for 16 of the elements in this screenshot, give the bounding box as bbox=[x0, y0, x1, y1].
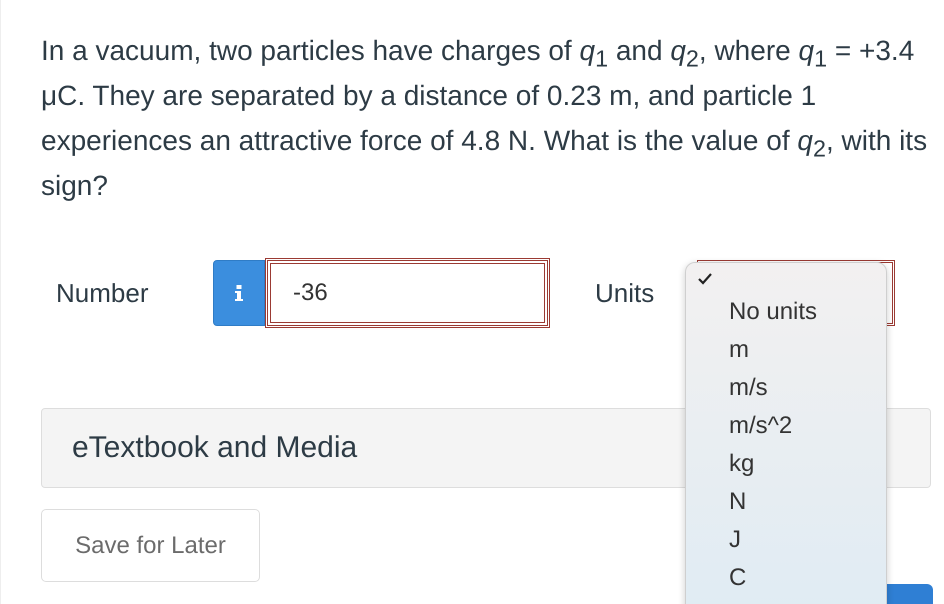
unit-option[interactable]: No units bbox=[729, 298, 818, 326]
unit-option[interactable]: kg bbox=[729, 450, 754, 478]
unit-option[interactable]: C bbox=[729, 564, 746, 592]
question-text: In a vacuum, two particles have charges of q$_{1}$ and q$_{2}$, where q$_{1}$ = +3.4 μC. They are separated by a distance of 0.23 m, and particle 1 experiences an attractive force of 4.8 N. What is the value of q$_{2}$, with its sign? bbox=[41, 34, 928, 203]
unit-option[interactable]: N bbox=[729, 488, 746, 516]
unit-option[interactable]: m bbox=[729, 336, 749, 364]
number-label: Number bbox=[56, 278, 150, 308]
info-button[interactable] bbox=[213, 260, 265, 326]
save-button[interactable]: Save for Later bbox=[41, 509, 260, 582]
info-icon bbox=[234, 285, 244, 301]
unit-option[interactable]: m/s^2 bbox=[729, 412, 792, 440]
unit-option[interactable]: m/s bbox=[729, 374, 768, 402]
unit-option[interactable]: J bbox=[729, 526, 741, 554]
panel-title: eTextbook and Media bbox=[72, 431, 358, 465]
answer-field[interactable]: -36 bbox=[265, 258, 550, 328]
units-label: Units bbox=[595, 278, 654, 308]
